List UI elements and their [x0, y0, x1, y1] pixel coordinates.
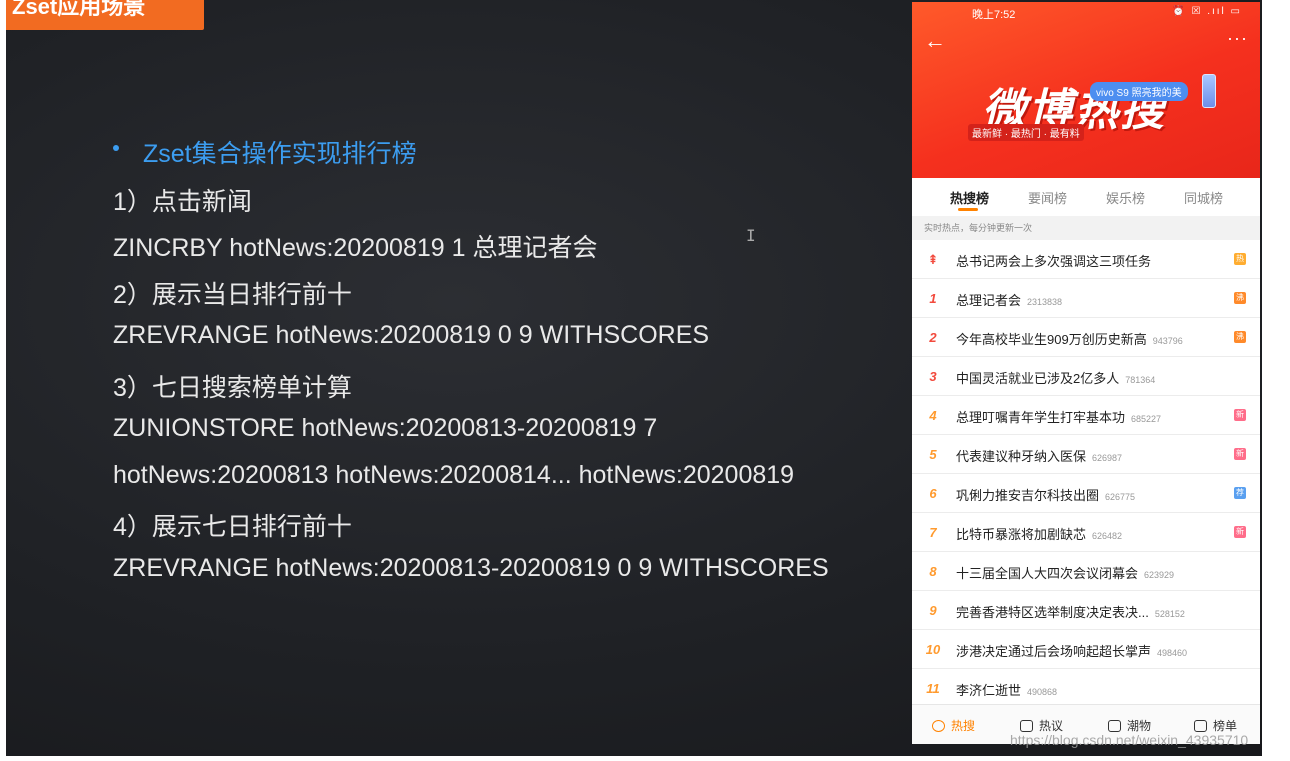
list-item[interactable]: 10 涉港决定通过后会场响起超长掌声 498460: [912, 630, 1260, 669]
item-title: 十三届全国人大四次会议闭幕会 623929: [956, 566, 1175, 581]
step-3-label: 3）七日搜索榜单计算: [113, 374, 352, 402]
rank-number: 9: [929, 603, 937, 618]
back-arrow-icon[interactable]: ←: [924, 28, 946, 54]
list-item[interactable]: 6 巩俐力推安吉尔科技出圈 626775 荐: [912, 474, 1260, 513]
list-item[interactable]: 3 中国灵活就业已涉及2亿多人 781364: [912, 357, 1260, 396]
chart-icon: [1194, 720, 1207, 732]
step-1-label: 1）点击新闻: [113, 188, 252, 216]
more-icon[interactable]: ···: [1227, 28, 1248, 49]
step-4-command: ZREVRANGE hotNews:20200813-20200819 0 9 …: [113, 554, 829, 582]
ad-badge[interactable]: vivo S9 照亮我的美: [1090, 82, 1188, 101]
step-1-command: ZINCRBY hotNews:20200819 1 总理记者会: [113, 234, 598, 262]
list-item[interactable]: 4 总理叮嘱青年学生打牢基本功 685227 新: [912, 396, 1260, 435]
rank-number: 6: [929, 486, 937, 501]
list-item[interactable]: 2 今年高校毕业生909万创历史新高 943796 沸: [912, 318, 1260, 357]
slide-section-tab: Zset应用场景: [6, 0, 204, 30]
weibo-hot-search-header: 晚上7:52 ⏰ ☒ .ııl ▭ ← ··· 微博热搜 vivo S9 照亮我…: [912, 2, 1260, 178]
step-3-command: ZUNIONSTORE hotNews:20200813-20200819 7: [113, 414, 658, 442]
item-title: 今年高校毕业生909万创历史新高 943796: [956, 332, 1183, 347]
bullet-heading: Zset集合操作实现排行榜: [113, 134, 417, 170]
heat-count: 626482: [1092, 531, 1123, 541]
watermark: https://blog.csdn.net/weixin_43935710: [1010, 732, 1249, 748]
active-tab-indicator: [958, 208, 978, 211]
list-item[interactable]: 9 完善香港特区选举制度决定表决... 528152: [912, 591, 1260, 630]
item-title: 涉港决定通过后会场响起超长掌声 498460: [956, 644, 1188, 659]
status-bar: 晚上7:52 ⏰ ☒ .ııl ▭: [912, 6, 1260, 22]
status-time: 晚上7:52: [972, 9, 1016, 21]
status-badge: 热: [1234, 253, 1246, 265]
rank-number: 5: [929, 447, 937, 462]
item-title: 总理记者会 2313838: [956, 293, 1063, 308]
tab-local[interactable]: 同城榜: [1184, 188, 1223, 207]
step-3-command-args: hotNews:20200813 hotNews:20200814... hot…: [113, 461, 795, 489]
heat-count: 626987: [1092, 453, 1123, 463]
rank-number: 4: [929, 408, 937, 423]
heat-count: 498460: [1157, 648, 1188, 658]
item-title: 比特币暴涨将加剧缺芯 626482: [956, 527, 1123, 542]
list-item[interactable]: 8 十三届全国人大四次会议闭幕会 623929: [912, 552, 1260, 591]
status-badge: 新: [1234, 526, 1246, 538]
heat-count: 490868: [1027, 687, 1058, 697]
text-cursor-icon: I: [746, 226, 756, 245]
list-item[interactable]: 1 总理记者会 2313838 沸: [912, 279, 1260, 318]
item-title: 总理叮嘱青年学生打牢基本功 685227: [956, 410, 1162, 425]
rank-number: 1: [929, 291, 937, 306]
step-4-label: 4）展示七日排行前十: [113, 513, 352, 541]
phone-product-image: [1202, 74, 1216, 108]
rank-number: 8: [929, 564, 937, 579]
tab-entertainment[interactable]: 娱乐榜: [1106, 188, 1145, 207]
heat-count: 626775: [1105, 492, 1136, 502]
status-badge: 新: [1234, 409, 1246, 421]
item-title: 总书记两会上多次强调这三项任务: [956, 254, 1152, 269]
status-icons: ⏰ ☒ .ııl ▭: [1172, 6, 1242, 17]
hot-search-icon: [932, 720, 945, 732]
bullet-dot-icon: [113, 145, 119, 151]
right-margin: [1262, 0, 1290, 756]
nav-hot-search[interactable]: 热搜: [932, 717, 975, 734]
rank-number: 2: [929, 330, 937, 345]
heat-count: 943796: [1152, 336, 1183, 346]
heat-count: 528152: [1154, 609, 1185, 619]
heat-count: 2313838: [1027, 297, 1063, 307]
rank-number: 11: [926, 681, 940, 696]
phone-screenshot: 晚上7:52 ⏰ ☒ .ııl ▭ ← ··· 微博热搜 vivo S9 照亮我…: [912, 2, 1260, 744]
item-title: 代表建议种牙纳入医保 626987: [956, 449, 1123, 464]
item-title: 中国灵活就业已涉及2亿多人 781364: [956, 371, 1156, 386]
list-item[interactable]: 7 比特币暴涨将加剧缺芯 626482 新: [912, 513, 1260, 552]
heat-count: 623929: [1144, 570, 1175, 580]
step-2-label: 2）展示当日排行前十: [113, 281, 352, 309]
update-tip: 实时热点，每分钟更新一次: [912, 216, 1260, 240]
item-title: 李济仁逝世 490868: [956, 683, 1058, 698]
step-2-command: ZREVRANGE hotNews:20200819 0 9 WITHSCORE…: [113, 321, 710, 349]
status-badge: 沸: [1234, 292, 1246, 304]
item-title: 完善香港特区选举制度决定表决... 528152: [956, 605, 1185, 620]
list-item[interactable]: 11 李济仁逝世 490868: [912, 669, 1260, 708]
rank-number: ⇞: [927, 252, 939, 267]
bag-icon: [1108, 720, 1121, 732]
rank-number: 3: [929, 369, 937, 384]
ranking-tabs: 热搜榜 要闻榜 娱乐榜 同城榜: [912, 178, 1260, 216]
tab-news[interactable]: 要闻榜: [1028, 188, 1067, 207]
status-badge: 新: [1234, 448, 1246, 460]
item-title: 巩俐力推安吉尔科技出圈 626775: [956, 488, 1136, 503]
discussion-icon: [1020, 720, 1033, 732]
rank-number: 10: [925, 642, 941, 657]
status-badge: 荐: [1234, 487, 1246, 499]
status-badge: 沸: [1234, 331, 1246, 343]
tab-hot-search[interactable]: 热搜榜: [950, 188, 989, 207]
heat-count: 781364: [1125, 375, 1156, 385]
list-item[interactable]: 5 代表建议种牙纳入医保 626987 新: [912, 435, 1260, 474]
brand-tagline: 最新鲜 · 最热门 · 最有料: [968, 124, 1084, 141]
rank-number: 7: [929, 525, 937, 540]
heat-count: 685227: [1131, 414, 1162, 424]
list-item[interactable]: ⇞ 总书记两会上多次强调这三项任务 热: [912, 240, 1260, 279]
